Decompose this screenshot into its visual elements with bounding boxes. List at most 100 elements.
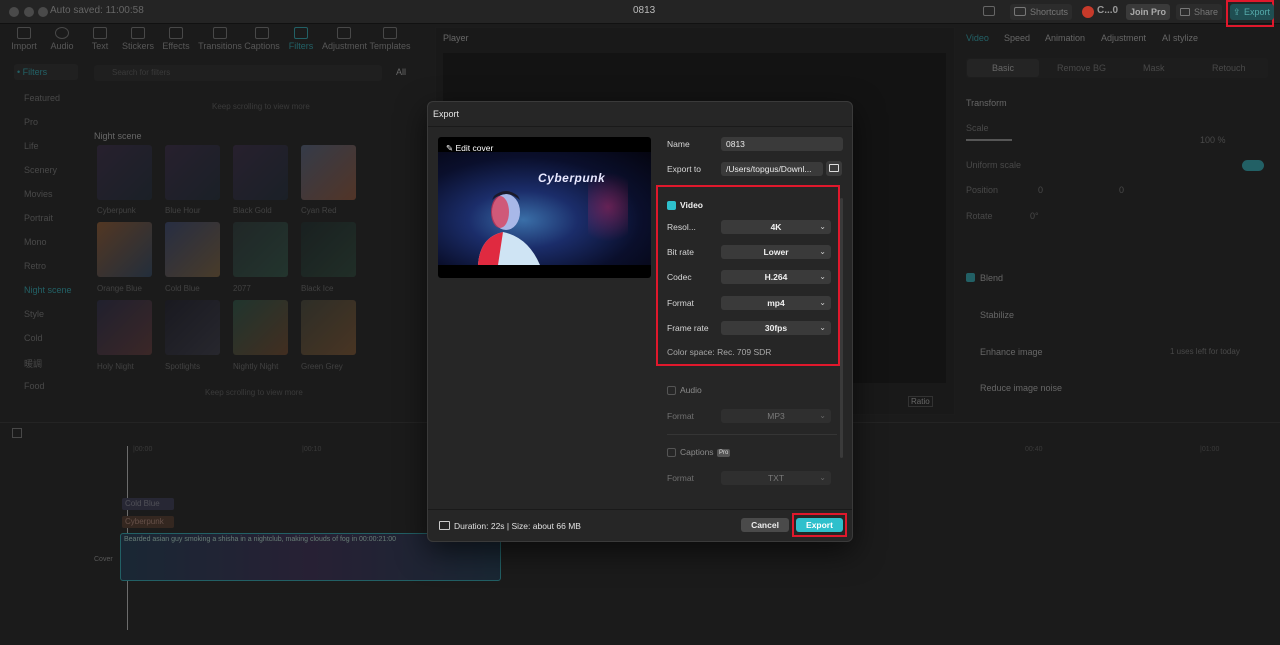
filter-thumb[interactable]	[301, 222, 356, 277]
filter-thumb[interactable]	[301, 300, 356, 355]
app-window: Auto saved: 11:00:58 0813 Shortcuts C...…	[0, 0, 1280, 645]
nav-food[interactable]: Food	[24, 381, 45, 391]
resolution-select[interactable]: 4K ⌄	[721, 220, 831, 234]
filter-track-cyberpunk[interactable]: Cyberpunk	[122, 516, 174, 528]
dialog-title: Export	[433, 109, 460, 119]
toolbar-captions[interactable]: Captions	[242, 27, 282, 51]
chevron-down-icon: ⌄	[819, 411, 826, 420]
nav-night-scene[interactable]: Night scene	[24, 285, 72, 295]
toolbar-audio[interactable]: Audio	[42, 27, 82, 51]
toolbar-adjustment[interactable]: Adjustment	[322, 27, 367, 51]
user-name[interactable]: C...0	[1097, 5, 1118, 16]
select-tool-icon[interactable]	[12, 428, 22, 438]
cover-overlay-text: Cyberpunk	[538, 171, 606, 185]
tab-speed[interactable]: Speed	[1004, 33, 1030, 43]
filters-nav-header[interactable]: • Filters	[14, 64, 78, 80]
browse-folder-button[interactable]	[826, 161, 842, 176]
cover-preview[interactable]: ✎ Edit cover Cyberpunk	[438, 137, 651, 278]
name-input[interactable]: 0813	[721, 137, 843, 151]
framerate-value: 30fps	[764, 323, 788, 333]
nav-pro[interactable]: Pro	[24, 117, 38, 127]
video-checkbox[interactable]	[667, 201, 676, 210]
toolbar-templates[interactable]: Templates	[368, 27, 412, 51]
chevron-down-icon: ⌄	[819, 247, 826, 256]
framerate-select[interactable]: 30fps ⌄	[721, 321, 831, 335]
settings-scrollbar[interactable]	[840, 198, 843, 458]
cancel-button[interactable]: Cancel	[741, 518, 789, 532]
codec-value: H.264	[764, 272, 788, 282]
layout-icon[interactable]	[983, 6, 995, 16]
close-window-button[interactable]	[9, 7, 19, 17]
player-label: Player	[443, 33, 469, 43]
subtab-basic[interactable]: Basic	[967, 59, 1039, 77]
nav-life[interactable]: Life	[24, 141, 39, 151]
enhance-hint: 1 uses left for today	[1170, 347, 1240, 356]
toolbar-effects[interactable]: Effects	[156, 27, 196, 51]
nav-style[interactable]: Style	[24, 309, 44, 319]
shortcuts-button[interactable]: Shortcuts	[1010, 4, 1073, 20]
toolbar-effects-label: Effects	[162, 41, 190, 51]
text-icon	[93, 27, 107, 39]
subtab-mask[interactable]: Mask	[1143, 63, 1165, 73]
blend-checkbox[interactable]	[966, 273, 975, 282]
captions-checkbox[interactable]	[667, 448, 676, 457]
toolbar-transitions[interactable]: Transitions	[198, 27, 242, 51]
audio-checkbox[interactable]	[667, 386, 676, 395]
tab-ai-stylize[interactable]: AI stylize	[1162, 33, 1198, 43]
edit-cover-button[interactable]: ✎ Edit cover	[446, 143, 493, 154]
filter-thumb[interactable]	[233, 300, 288, 355]
export-button[interactable]: Export	[796, 518, 843, 532]
subtab-retouch[interactable]: Retouch	[1212, 63, 1246, 73]
position-x-value[interactable]: 0	[1038, 185, 1043, 195]
filter-search-input[interactable]: Search for filters	[94, 65, 382, 81]
tab-video[interactable]: Video	[966, 33, 989, 43]
filter-thumb[interactable]	[165, 222, 220, 277]
nav-scenery[interactable]: Scenery	[24, 165, 57, 175]
minimize-window-button[interactable]	[24, 7, 34, 17]
ratio-button[interactable]: Ratio	[908, 396, 933, 407]
position-y-value[interactable]: 0	[1119, 185, 1124, 195]
filter-thumb[interactable]	[97, 300, 152, 355]
nav-portrait[interactable]: Portrait	[24, 213, 53, 223]
filter-all-dropdown[interactable]: All	[396, 67, 406, 77]
cover-label[interactable]: Cover	[94, 556, 113, 563]
filter-thumb[interactable]	[233, 222, 288, 277]
filter-thumb[interactable]	[165, 145, 220, 200]
filter-track-cold-blue[interactable]: Cold Blue	[122, 498, 174, 510]
toolbar-text[interactable]: Text	[80, 27, 120, 51]
tab-adjustment[interactable]: Adjustment	[1101, 33, 1146, 43]
top-export-button[interactable]: ⇪ Export	[1230, 4, 1275, 20]
tab-animation[interactable]: Animation	[1045, 33, 1085, 43]
format-select[interactable]: mp4 ⌄	[721, 296, 831, 310]
scale-value[interactable]: 100 %	[1200, 135, 1226, 145]
uniform-scale-toggle[interactable]	[1242, 160, 1264, 171]
filter-thumb[interactable]	[233, 145, 288, 200]
share-button[interactable]: Share	[1176, 4, 1223, 20]
nav-featured[interactable]: Featured	[24, 93, 60, 103]
nav-retro[interactable]: Retro	[24, 261, 46, 271]
nav-warm[interactable]: 暖調	[24, 357, 42, 370]
filter-thumb[interactable]	[97, 145, 152, 200]
templates-icon	[383, 27, 397, 39]
avatar[interactable]	[1082, 6, 1094, 18]
toolbar-stickers[interactable]: Stickers	[118, 27, 158, 51]
bitrate-select[interactable]: Lower ⌄	[721, 245, 831, 259]
filter-thumb[interactable]	[165, 300, 220, 355]
codec-select[interactable]: H.264 ⌄	[721, 270, 831, 284]
join-pro-button[interactable]: Join Pro	[1126, 4, 1171, 20]
captions-format-select[interactable]: TXT ⌄	[721, 471, 831, 485]
audio-format-select[interactable]: MP3 ⌄	[721, 409, 831, 423]
subtab-remove-bg[interactable]: Remove BG	[1057, 63, 1106, 73]
nav-movies[interactable]: Movies	[24, 189, 53, 199]
rotate-value[interactable]: 0°	[1030, 211, 1039, 221]
toolbar-import[interactable]: Import	[4, 27, 44, 51]
toolbar-filters[interactable]: Filters	[281, 27, 321, 51]
maximize-window-button[interactable]	[38, 7, 48, 17]
nav-cold[interactable]: Cold	[24, 333, 43, 343]
filter-thumb[interactable]	[301, 145, 356, 200]
filter-thumb[interactable]	[97, 222, 152, 277]
scale-slider[interactable]	[966, 139, 1012, 141]
export-path-input[interactable]: /Users/topgus/Downl...	[721, 162, 823, 176]
nav-mono[interactable]: Mono	[24, 237, 47, 247]
time-10: |00:10	[302, 446, 322, 453]
